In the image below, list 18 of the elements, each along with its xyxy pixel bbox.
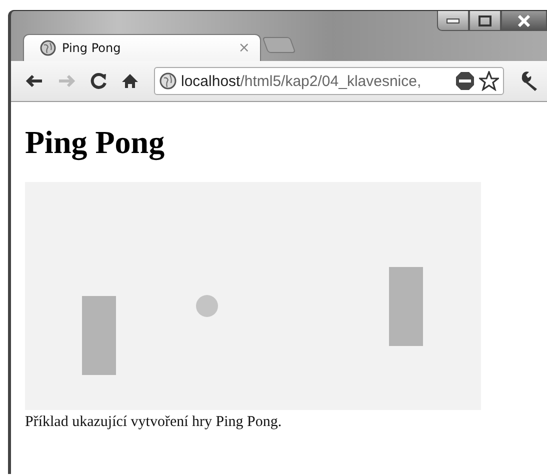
home-icon[interactable] <box>121 72 139 90</box>
minimize-icon <box>446 18 460 24</box>
page-heading: Ping Pong <box>25 124 166 161</box>
maximize-button[interactable] <box>469 11 501 31</box>
reload-icon[interactable] <box>90 72 108 90</box>
globe-icon <box>40 40 56 56</box>
globe-icon <box>159 72 177 90</box>
address-bar[interactable]: localhost/html5/kap2/04_klavesnice, <box>154 67 504 95</box>
maximize-icon <box>478 14 492 26</box>
back-icon[interactable] <box>24 73 44 89</box>
close-icon <box>517 14 531 26</box>
caption-text: Příklad ukazující vytvoření hry Ping Pong. <box>25 414 283 431</box>
browser-tab[interactable]: Ping Pong × <box>23 34 261 61</box>
tab-title: Ping Pong <box>62 41 122 55</box>
star-icon[interactable] <box>479 71 499 91</box>
minimize-button[interactable] <box>437 11 469 31</box>
close-button[interactable] <box>501 11 547 31</box>
url-text: localhost/html5/kap2/04_klavesnice, <box>181 72 422 90</box>
